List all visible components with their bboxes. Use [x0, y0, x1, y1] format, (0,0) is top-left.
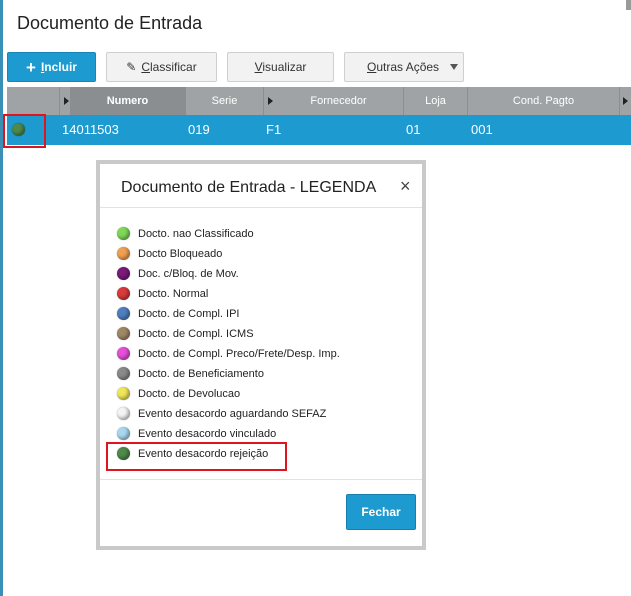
pencil-icon: ✎ [126, 60, 137, 74]
fechar-button[interactable]: Fechar [346, 494, 416, 530]
status-dot-icon [117, 267, 130, 280]
legend-modal: Documento de Entrada - LEGENDA × Docto. … [96, 160, 426, 550]
status-dot-icon [117, 347, 130, 360]
legend-item-label: Docto. de Devolucao [138, 388, 241, 400]
cell-loja: 01 [406, 122, 421, 137]
column-divider [619, 87, 620, 115]
page-title: Documento de Entrada [17, 13, 203, 33]
legend-item-label: Docto. de Compl. Preco/Frete/Desp. Imp. [138, 348, 340, 360]
legend-item: Docto. de Compl. IPI [117, 305, 240, 323]
legend-item: Doc. c/Bloq. de Mov. [117, 265, 239, 283]
legend-item-label: Docto. de Compl. ICMS [138, 328, 254, 340]
cell-serie: 019 [188, 122, 210, 137]
legend-item: Docto. nao Classificado [117, 225, 254, 243]
legend-item-label: Evento desacordo aguardando SEFAZ [138, 408, 327, 420]
legend-item: Docto. de Beneficiamento [117, 365, 264, 383]
column-arrow-icon[interactable] [623, 97, 628, 105]
scrollbar-thumb[interactable] [626, 0, 631, 10]
cell-numero: 14011503 [62, 122, 119, 137]
legend-item: Docto. de Compl. Preco/Frete/Desp. Imp. [117, 345, 340, 363]
status-dot-icon [117, 247, 130, 260]
status-dot-icon [117, 307, 130, 320]
chevron-down-icon [450, 64, 458, 70]
legend-item: Evento desacordo vinculado [117, 425, 276, 443]
status-dot-icon [117, 427, 130, 440]
legend-item-label: Docto. de Compl. IPI [138, 308, 240, 320]
table-row[interactable]: 14011503 019 F1 01 001 [7, 115, 631, 145]
column-header-serie[interactable]: Serie [186, 87, 263, 115]
legend-item: Docto. de Devolucao [117, 385, 240, 403]
plus-icon: + [26, 57, 36, 77]
status-dot-icon [117, 387, 130, 400]
legend-item: Docto Bloqueado [117, 245, 222, 263]
highlight-box-legend-item [106, 442, 287, 471]
legend-item: Docto. de Compl. ICMS [117, 325, 254, 343]
legend-item-label: Docto. nao Classificado [138, 228, 254, 240]
column-arrow-icon[interactable] [268, 97, 273, 105]
status-dot-icon [117, 407, 130, 420]
status-dot-icon [117, 227, 130, 240]
modal-divider [100, 207, 422, 208]
status-dot-icon [117, 327, 130, 340]
grid-header: Numero Serie Fornecedor Loja Cond. Pagto [7, 87, 631, 115]
legend-item-label: Doc. c/Bloq. de Mov. [138, 268, 239, 280]
legend-item-label: Docto. Normal [138, 288, 209, 300]
legend-item-label: Docto Bloqueado [138, 248, 223, 260]
column-header-fornecedor[interactable]: Fornecedor [274, 87, 403, 115]
column-header-numero[interactable]: Numero [70, 87, 185, 115]
cell-cond-pagto: 001 [471, 122, 493, 137]
left-edge-accent [0, 0, 3, 596]
highlight-box-row-status [3, 114, 46, 148]
legend-item: Evento desacordo aguardando SEFAZ [117, 405, 326, 423]
classificar-button[interactable]: ✎ Classificar [106, 52, 217, 82]
legend-item-label: Evento desacordo vinculado [138, 428, 277, 440]
column-divider [59, 87, 60, 115]
column-header-loja[interactable]: Loja [404, 87, 467, 115]
column-header-cond-pagto[interactable]: Cond. Pagto [468, 87, 619, 115]
close-icon[interactable]: × [400, 176, 411, 197]
visualizar-button[interactable]: Visualizar [227, 52, 334, 82]
legend-item: Docto. Normal [117, 285, 208, 303]
modal-divider [100, 479, 422, 480]
column-divider [263, 87, 264, 115]
column-arrow-icon[interactable] [64, 97, 69, 105]
incluir-button[interactable]: + Incluir [7, 52, 96, 82]
status-dot-icon [117, 287, 130, 300]
outras-acoes-button[interactable]: Outras Ações [344, 52, 464, 82]
status-dot-icon [117, 367, 130, 380]
cell-fornecedor: F1 [266, 122, 282, 137]
legend-item-label: Docto. de Beneficiamento [138, 368, 264, 380]
modal-title: Documento de Entrada - LEGENDA [121, 179, 377, 196]
